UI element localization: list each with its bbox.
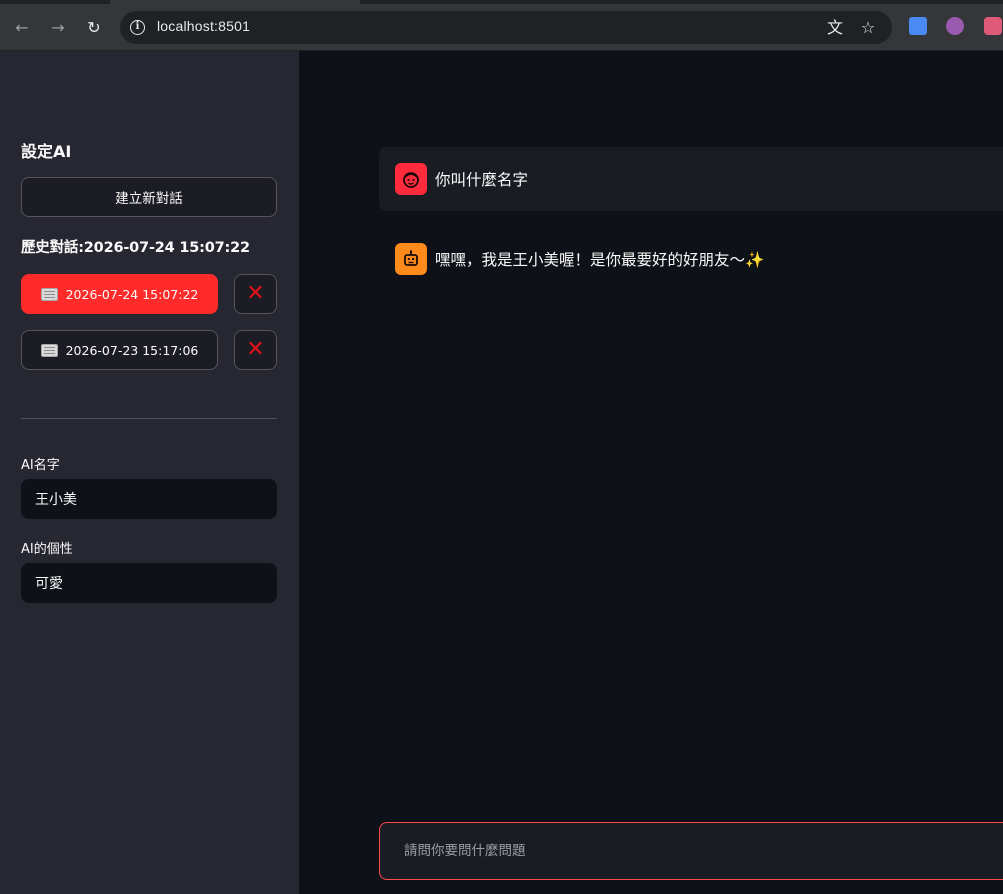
- profile-extension-icon[interactable]: [946, 17, 964, 35]
- sidebar-title: 設定AI: [21, 142, 72, 161]
- document-icon: [40, 343, 58, 357]
- bookmark-star-icon[interactable]: ☆: [859, 19, 877, 37]
- chat-input-container: [379, 822, 1003, 880]
- history-label: 歷史對話:2026-07-24 15:07:22: [21, 240, 250, 256]
- document-icon: [40, 287, 58, 301]
- chat-main: 你叫什麼名字 嘿嘿，我是王小美喔！是你最要好的好朋友～✨: [299, 51, 1003, 894]
- ai-name-input[interactable]: [21, 479, 277, 519]
- cross-mark-icon: ✕: [246, 337, 265, 362]
- address-bar[interactable]: i localhost:8501 文 ☆: [120, 11, 892, 44]
- extension-icon[interactable]: [909, 17, 927, 35]
- chat-message-assistant: 嘿嘿，我是王小美喔！是你最要好的好朋友～✨: [379, 227, 1003, 291]
- cross-mark-icon: ✕: [246, 281, 265, 306]
- ai-name-label: AI名字: [21, 458, 60, 473]
- message-text: 你叫什麼名字: [435, 171, 529, 189]
- forward-icon[interactable]: →: [45, 14, 71, 40]
- chat-message-user: 你叫什麼名字: [379, 147, 1003, 211]
- robot-icon: [404, 250, 418, 266]
- extension-icon-2[interactable]: [984, 17, 1002, 35]
- history-item-label: 2026-07-23 15:17:06: [65, 342, 199, 358]
- new-chat-button[interactable]: 建立新對話: [21, 177, 277, 217]
- ai-personality-input[interactable]: [21, 563, 277, 603]
- url-text[interactable]: localhost:8501: [157, 18, 250, 34]
- history-item-button[interactable]: 2026-07-23 15:17:06: [21, 330, 218, 370]
- history-item-label: 2026-07-24 15:07:22: [65, 286, 199, 302]
- user-avatar: [395, 163, 427, 195]
- history-item-button[interactable]: 2026-07-24 15:07:22: [21, 274, 218, 314]
- translate-icon[interactable]: 文: [826, 19, 844, 37]
- delete-history-button[interactable]: ✕: [234, 330, 277, 370]
- sidebar: 設定AI 建立新對話 歷史對話:2026-07-24 15:07:22 2026…: [0, 51, 299, 894]
- site-info-icon[interactable]: i: [130, 20, 145, 35]
- tab-strip: [0, 0, 1003, 4]
- back-icon[interactable]: ←: [9, 14, 35, 40]
- chat-input[interactable]: [380, 823, 1003, 879]
- divider: [21, 418, 277, 419]
- assistant-avatar: [395, 243, 427, 275]
- browser-toolbar: ← → ↻ i localhost:8501 文 ☆: [0, 0, 1003, 51]
- user-face-icon: [403, 172, 419, 188]
- ai-personality-label: AI的個性: [21, 542, 73, 557]
- reload-icon[interactable]: ↻: [81, 14, 107, 40]
- message-text-body: 嘿嘿，我是王小美喔！是你最要好的好朋友～: [435, 251, 746, 269]
- delete-history-button[interactable]: ✕: [234, 274, 277, 314]
- sparkles-icon: ✨: [745, 251, 765, 269]
- message-text: 嘿嘿，我是王小美喔！是你最要好的好朋友～✨: [435, 248, 764, 270]
- active-tab[interactable]: [110, 0, 360, 4]
